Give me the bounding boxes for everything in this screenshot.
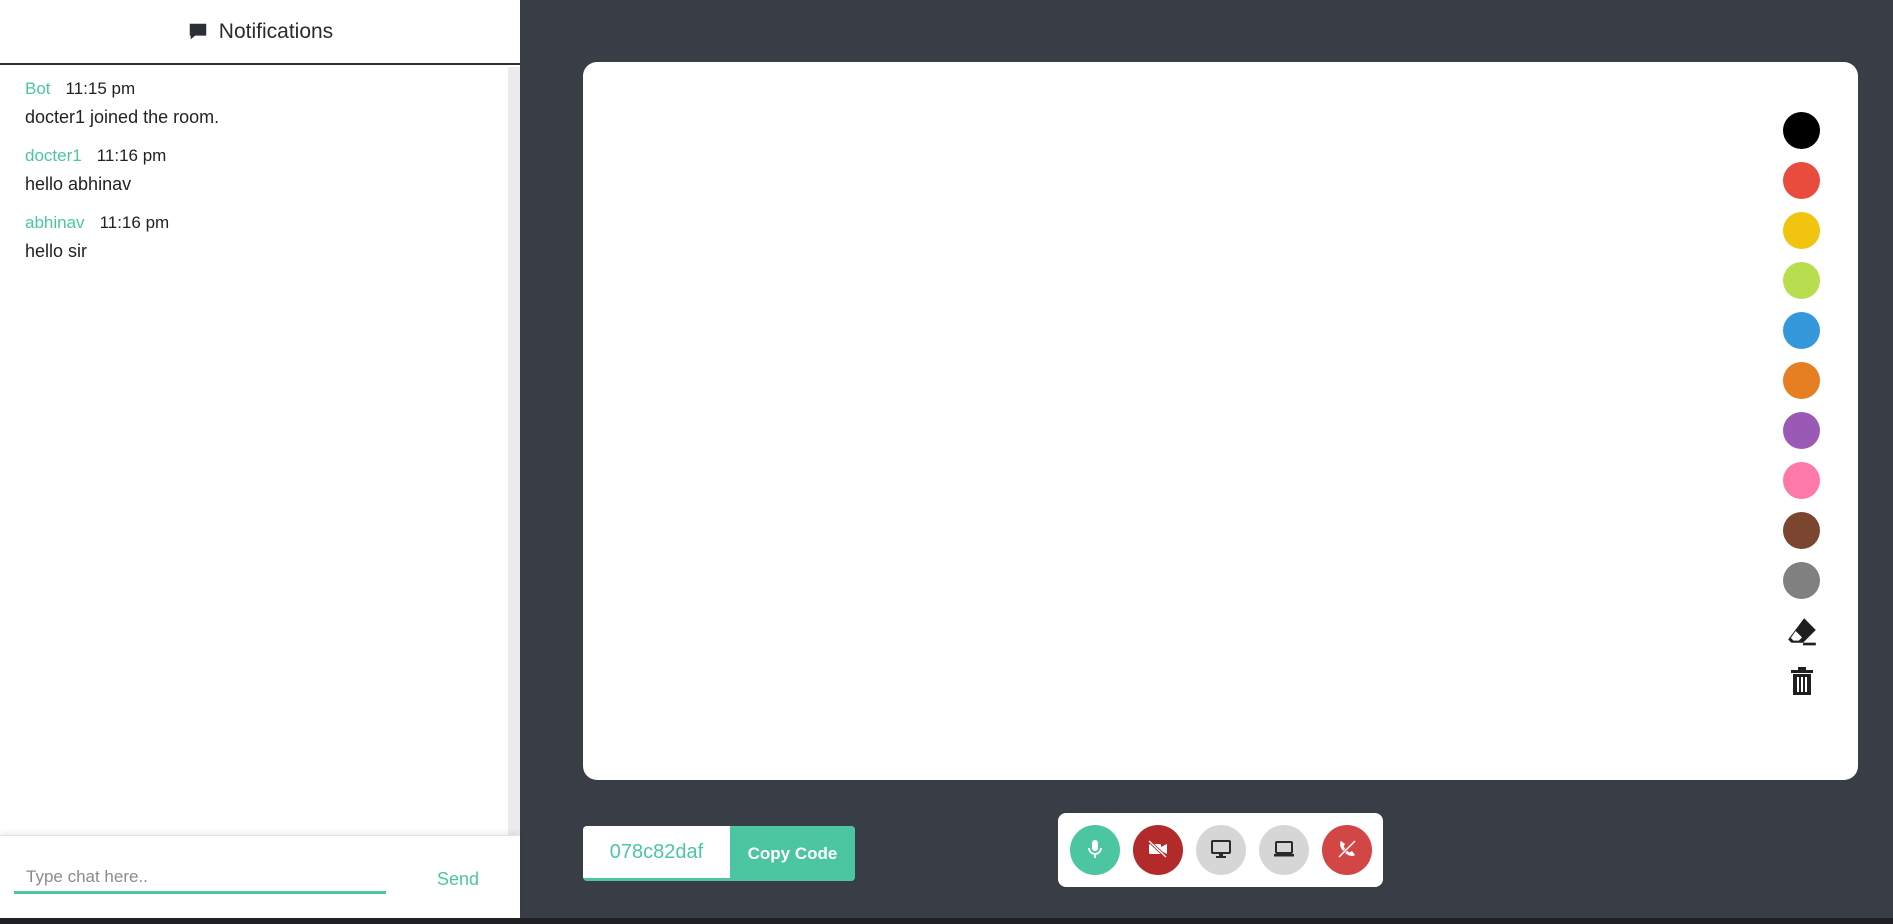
room-code-box: 078c82daf Copy Code	[583, 826, 855, 881]
chat-scrollbar[interactable]	[508, 67, 520, 835]
message-text: docter1 joined the room.	[25, 107, 220, 127]
message-item: Bot 11:15 pm docter1 joined the room.	[25, 79, 508, 128]
message-item: abhinav 11:16 pm hello sir	[25, 213, 508, 262]
eraser-icon[interactable]	[1783, 612, 1820, 649]
color-swatch-orange[interactable]	[1783, 362, 1820, 399]
phone-hangup-icon	[1335, 837, 1359, 864]
screen-share-button[interactable]	[1195, 825, 1246, 875]
color-swatch-brown[interactable]	[1783, 512, 1820, 549]
room-code: 078c82daf	[583, 826, 730, 878]
trash-icon[interactable]	[1783, 662, 1820, 699]
message-text: hello sir	[25, 241, 88, 261]
color-swatch-gray[interactable]	[1783, 562, 1820, 599]
video-off-icon	[1146, 837, 1170, 864]
chat-bubble-icon	[187, 21, 209, 43]
color-palette	[1783, 112, 1820, 699]
color-swatch-red[interactable]	[1783, 162, 1820, 199]
copy-code-button[interactable]: Copy Code	[730, 826, 855, 881]
message-time: 11:16 pm	[99, 213, 170, 232]
whiteboard-canvas[interactable]	[583, 62, 1858, 780]
video-button[interactable]	[1132, 825, 1183, 875]
color-swatch-blue[interactable]	[1783, 312, 1820, 349]
mic-button[interactable]	[1069, 825, 1120, 875]
chat-header: Notifications	[0, 0, 520, 65]
send-button[interactable]: Send	[428, 864, 488, 894]
desktop-icon	[1209, 837, 1233, 864]
chat-title: Notifications	[218, 19, 334, 43]
whiteboard-button[interactable]	[1258, 825, 1309, 875]
color-swatch-pink[interactable]	[1783, 462, 1820, 499]
message-author: docter1	[25, 146, 82, 165]
leave-call-button[interactable]	[1321, 825, 1372, 875]
message-text: hello abhinav	[25, 174, 132, 194]
chat-footer: Send	[0, 835, 520, 918]
chat-panel: Notifications Bot 11:15 pm docter1 joine…	[0, 0, 520, 918]
color-swatch-yellow[interactable]	[1783, 212, 1820, 249]
laptop-icon	[1272, 837, 1296, 864]
message-item: docter1 11:16 pm hello abhinav	[25, 146, 508, 195]
message-time: 11:16 pm	[96, 146, 167, 165]
microphone-icon	[1083, 837, 1107, 864]
call-controls	[1058, 813, 1383, 887]
message-time: 11:15 pm	[65, 79, 136, 98]
message-author: abhinav	[25, 213, 85, 232]
color-swatch-lime[interactable]	[1783, 262, 1820, 299]
message-list: Bot 11:15 pm docter1 joined the room. do…	[0, 67, 508, 835]
window-bottom-edge	[0, 918, 1893, 924]
color-swatch-purple[interactable]	[1783, 412, 1820, 449]
message-author: Bot	[25, 79, 51, 98]
color-swatch-black[interactable]	[1783, 112, 1820, 149]
chat-input[interactable]	[14, 862, 386, 894]
